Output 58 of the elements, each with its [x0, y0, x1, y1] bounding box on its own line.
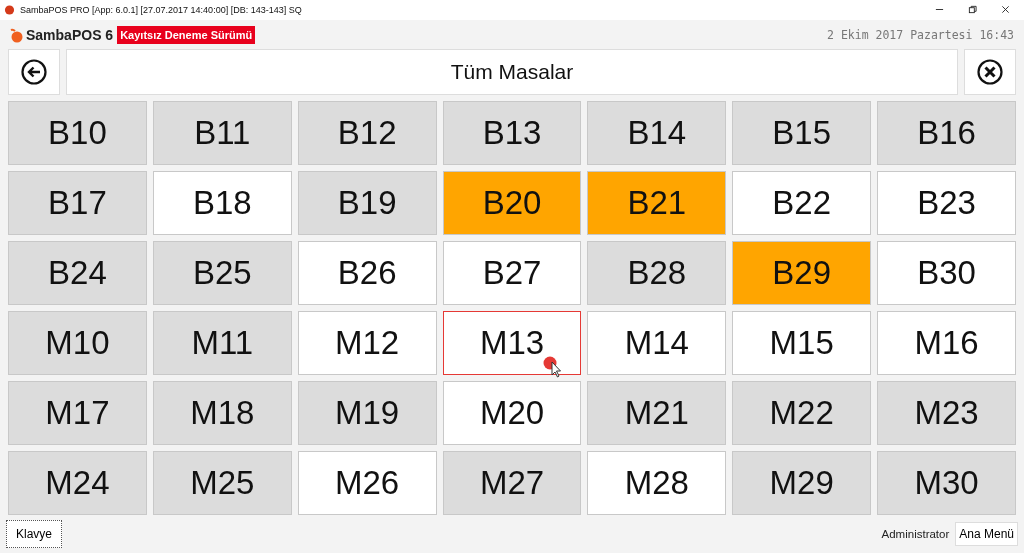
window-title: SambaPOS PRO [App: 6.0.1] [27.07.2017 14:40:00] [DB: 143-143] SQ [20, 4, 302, 15]
table-button[interactable]: B24 [8, 241, 147, 306]
table-button[interactable]: M23 [877, 381, 1016, 446]
table-button[interactable]: B18 [152, 171, 292, 236]
table-button[interactable]: B13 [442, 101, 582, 166]
close-icon [976, 58, 1004, 87]
table-button[interactable]: B21 [587, 171, 727, 236]
table-button[interactable]: M20 [442, 381, 582, 446]
table-button[interactable]: B29 [732, 241, 872, 306]
table-button[interactable]: M30 [877, 451, 1016, 516]
table-button[interactable]: B14 [587, 101, 727, 166]
table-button[interactable]: M11 [152, 311, 292, 376]
table-button[interactable]: M24 [8, 451, 147, 516]
table-button[interactable]: B23 [877, 171, 1016, 236]
table-button[interactable]: M29 [732, 451, 872, 516]
table-button[interactable]: M13 [442, 311, 582, 376]
table-button[interactable]: M21 [587, 381, 727, 446]
table-button[interactable]: B10 [8, 101, 147, 166]
table-button[interactable]: B25 [152, 241, 292, 306]
table-button[interactable]: B12 [297, 101, 437, 166]
table-button[interactable]: B30 [877, 241, 1016, 306]
table-button[interactable]: B20 [442, 171, 582, 236]
table-button[interactable]: M25 [152, 451, 292, 516]
table-button[interactable]: M22 [732, 381, 872, 446]
table-button[interactable]: M16 [877, 311, 1016, 376]
table-button[interactable]: M12 [297, 311, 437, 376]
restore-icon[interactable] [968, 5, 977, 15]
close-button[interactable] [964, 49, 1016, 96]
date-time: 2 Ekim 2017 Pazartesi 16:43 [827, 27, 1014, 42]
user-name: Administrator [881, 528, 950, 541]
app-name: SambaPOS 6 [26, 26, 114, 43]
table-button[interactable]: M14 [587, 311, 727, 376]
table-button[interactable]: M28 [587, 451, 727, 516]
main-menu-button[interactable]: Ana Menü [955, 522, 1018, 547]
table-button[interactable]: B15 [732, 101, 872, 166]
table-button[interactable]: B27 [442, 241, 582, 306]
table-button[interactable]: M26 [297, 451, 437, 516]
table-button[interactable]: M27 [442, 451, 582, 516]
table-button[interactable]: M19 [297, 381, 437, 446]
table-button[interactable]: B28 [587, 241, 727, 306]
table-button[interactable]: B16 [877, 101, 1016, 166]
table-button[interactable]: B26 [297, 241, 437, 306]
page-title: Tüm Masalar [66, 49, 958, 96]
table-button[interactable]: B17 [8, 171, 147, 236]
keyboard-button[interactable]: Klavye [6, 520, 63, 549]
table-button[interactable]: B19 [297, 171, 437, 236]
trial-badge: Kayıtsız Deneme Sürümü [117, 25, 256, 44]
back-button[interactable] [8, 49, 60, 96]
table-button[interactable]: B22 [732, 171, 872, 236]
table-button[interactable]: B11 [152, 101, 292, 166]
app-icon [4, 4, 15, 16]
close-icon[interactable] [1001, 5, 1010, 15]
table-button[interactable]: M17 [8, 381, 147, 446]
logo-icon [8, 26, 24, 43]
table-button[interactable]: M15 [732, 311, 872, 376]
table-button[interactable]: M10 [8, 311, 147, 376]
cursor-icon [543, 356, 563, 378]
table-button[interactable]: M18 [152, 381, 292, 446]
